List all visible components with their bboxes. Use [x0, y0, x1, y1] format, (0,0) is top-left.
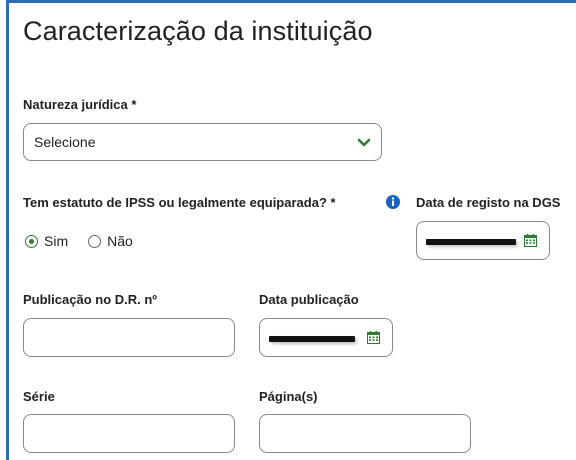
- ipss-radio-group: Sim Não: [25, 233, 133, 249]
- radio-nao[interactable]: [88, 234, 102, 248]
- calendar-icon[interactable]: [524, 234, 537, 247]
- page-title: Caracterização da instituição: [23, 16, 373, 46]
- calendar-icon[interactable]: [367, 331, 380, 344]
- data-registo-label: Data de registo na DGS: [416, 195, 561, 210]
- radio-nao-label: Não: [107, 233, 133, 249]
- paginas-input[interactable]: [259, 414, 471, 453]
- serie-input[interactable]: [23, 414, 235, 453]
- redacted-value: [269, 336, 355, 342]
- publicacao-label: Publicação no D.R. nº: [23, 292, 158, 307]
- data-registo-field[interactable]: [416, 221, 550, 260]
- serie-label: Série: [23, 389, 55, 404]
- info-icon[interactable]: [386, 195, 400, 209]
- natureza-juridica-selected: Selecione: [34, 134, 96, 150]
- publicacao-input[interactable]: [23, 318, 235, 357]
- redacted-value: [426, 239, 516, 245]
- data-publicacao-label: Data publicação: [259, 292, 359, 307]
- chevron-down-icon: [357, 138, 371, 147]
- natureza-juridica-select[interactable]: Selecione: [23, 123, 382, 161]
- ipss-label: Tem estatuto de IPSS ou legalmente equip…: [23, 195, 336, 210]
- natureza-juridica-label: Natureza jurídica *: [23, 97, 137, 112]
- paginas-label: Página(s): [259, 389, 318, 404]
- data-publicacao-field[interactable]: [259, 318, 393, 357]
- radio-sim[interactable]: [25, 234, 38, 248]
- radio-sim-label: Sim: [44, 233, 69, 249]
